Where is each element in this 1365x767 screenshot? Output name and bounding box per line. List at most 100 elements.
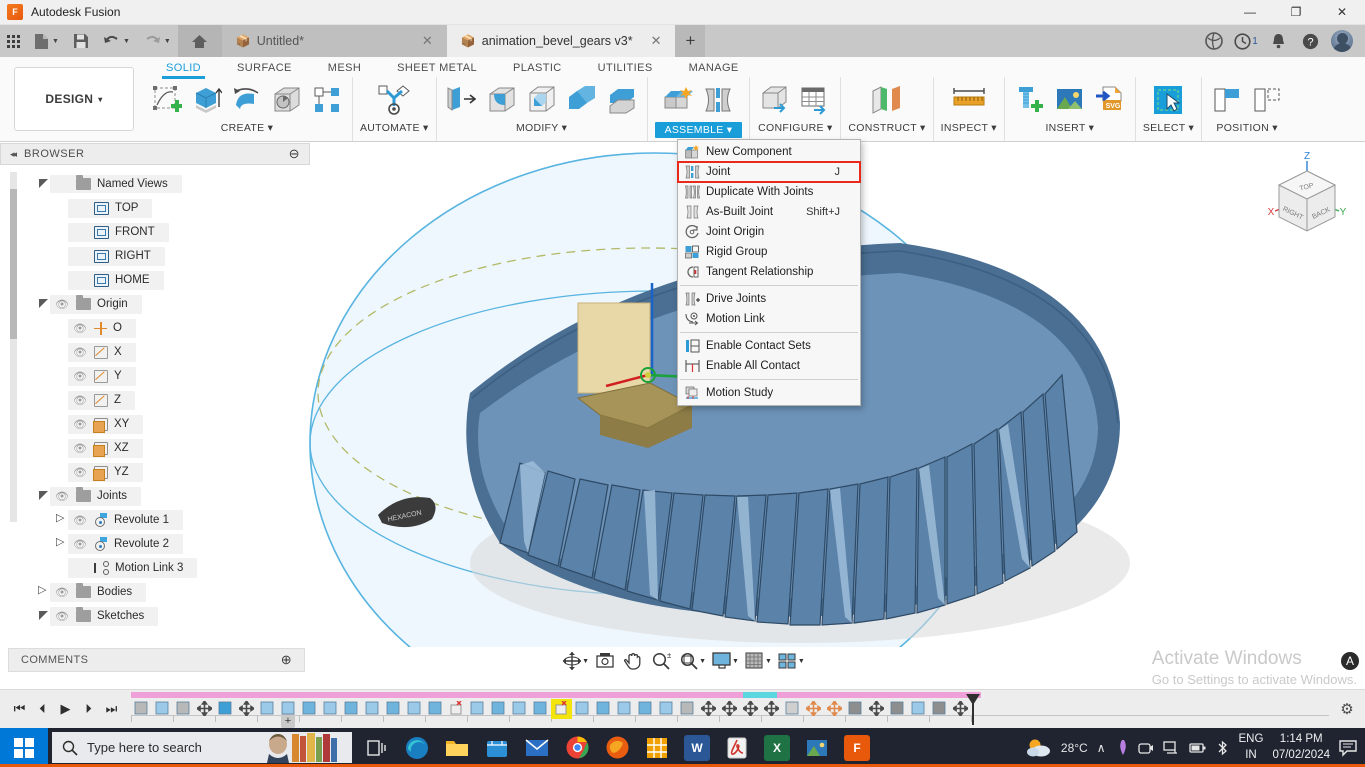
chevron-down-icon[interactable]: ▼ xyxy=(699,658,706,665)
configure-table-icon[interactable] xyxy=(797,80,833,120)
acrobat-icon[interactable] xyxy=(720,728,754,767)
tree-node-y[interactable]: 👁︎ Y xyxy=(0,364,310,388)
tree-node-top[interactable]: TOP xyxy=(0,196,310,220)
clock[interactable]: 1:14 PM 07/02/2024 xyxy=(1272,732,1330,763)
extrude-icon[interactable] xyxy=(189,80,225,120)
workspace-selector[interactable]: DESIGN ▾ xyxy=(14,67,134,131)
pan-icon[interactable] xyxy=(619,649,647,673)
visibility-toggle-icon[interactable]: 👁︎ xyxy=(72,442,88,455)
look-at-icon[interactable] xyxy=(591,649,619,673)
panel-label-automate[interactable]: AUTOMATE ▾ xyxy=(360,122,429,134)
panel-label-select[interactable]: SELECT ▾ xyxy=(1143,122,1194,134)
tree-node-motion-link-3[interactable]: Motion Link 3 xyxy=(0,556,310,580)
close-button[interactable]: ✕ xyxy=(1319,0,1365,24)
redo-button[interactable]: ▼ xyxy=(137,25,178,57)
visibility-toggle-icon[interactable]: 👁︎ xyxy=(72,466,88,479)
comments-panel[interactable]: COMMENTS ⊕ xyxy=(8,648,305,672)
tree-node-yz[interactable]: 👁︎ YZ xyxy=(0,460,310,484)
timeline-feature-move-icon[interactable] xyxy=(698,699,719,719)
new-file-button[interactable]: ▼ xyxy=(27,25,66,57)
tree-node-revolute-1[interactable]: 👁︎ Revolute 1 xyxy=(0,508,310,532)
tab-manage[interactable]: MANAGE xyxy=(671,62,757,77)
timeline-feature-sketch-icon[interactable] xyxy=(278,699,299,719)
menu-item-joint[interactable]: Joint J xyxy=(677,161,861,183)
timeline-feature-extrude-icon[interactable] xyxy=(425,699,446,719)
job-status-icon[interactable]: 1 xyxy=(1231,25,1261,57)
visibility-toggle-icon[interactable]: 👁︎ xyxy=(72,514,88,527)
weather-temp[interactable]: 28°C xyxy=(1061,741,1088,755)
tree-node-revolute-2[interactable]: 👁︎ Revolute 2 xyxy=(0,532,310,556)
position-copy-icon[interactable] xyxy=(1249,80,1285,120)
tree-node-home[interactable]: HOME xyxy=(0,268,310,292)
minimize-panel-icon[interactable]: ⊖ xyxy=(289,146,300,162)
action-center-icon[interactable] xyxy=(1339,739,1359,757)
insert-mcmaster-icon[interactable] xyxy=(1012,80,1048,120)
zoom-icon[interactable]: ± xyxy=(647,649,675,673)
show-hidden-icons-chevron[interactable]: ∧ xyxy=(1097,741,1106,755)
menu-item-motion-study[interactable]: Motion Study xyxy=(678,383,860,403)
store-icon[interactable] xyxy=(480,728,514,767)
menu-item-rigid-group[interactable]: Rigid Group xyxy=(678,242,860,262)
tree-node-bodies[interactable]: 👁︎ Bodies xyxy=(0,580,310,604)
timeline-feature-extrude-icon[interactable] xyxy=(488,699,509,719)
document-tab-animation-bevel-gears[interactable]: 📦 animation_bevel_gears v3* ✕ xyxy=(446,25,676,57)
create-sketch-icon[interactable] xyxy=(149,80,185,120)
fillet-icon[interactable] xyxy=(484,80,520,120)
close-tab-button[interactable]: ✕ xyxy=(639,33,662,49)
tab-surface[interactable]: SURFACE xyxy=(219,62,310,77)
pen-icon[interactable] xyxy=(1115,739,1129,757)
timeline-feature-sketch-icon[interactable] xyxy=(656,699,677,719)
excel-icon[interactable]: X xyxy=(760,728,794,767)
panel-label-assemble[interactable]: ASSEMBLE ▾ xyxy=(654,122,743,138)
configure-design-icon[interactable] xyxy=(757,80,793,120)
menu-item-drive-joints[interactable]: Drive Joints xyxy=(678,289,860,309)
tree-node-xz[interactable]: 👁︎ XZ xyxy=(0,436,310,460)
tree-node-right[interactable]: RIGHT xyxy=(0,244,310,268)
timeline-feature-move-icon[interactable] xyxy=(866,699,887,719)
combine-icon[interactable] xyxy=(564,80,600,120)
timeline-feature-motion-link-icon[interactable] xyxy=(929,699,950,719)
collapse-icon[interactable]: ◂◂ xyxy=(10,149,17,160)
notifications-bell-icon[interactable] xyxy=(1263,25,1293,57)
press-pull-icon[interactable] xyxy=(444,80,480,120)
mail-icon[interactable] xyxy=(520,728,554,767)
expand-toggle-icon[interactable] xyxy=(56,511,68,526)
visibility-toggle-icon[interactable]: 👁︎ xyxy=(54,298,70,311)
timeline-feature-delete-body-icon[interactable] xyxy=(551,698,572,719)
expand-toggle-icon[interactable] xyxy=(38,490,50,502)
firefox-icon[interactable] xyxy=(600,728,634,767)
snip-icon[interactable] xyxy=(640,728,674,767)
maximize-button[interactable]: ❐ xyxy=(1273,0,1319,24)
tree-node-origin[interactable]: 👁︎ Origin xyxy=(0,292,310,316)
language-indicator[interactable]: ENG IN xyxy=(1239,732,1264,763)
timeline-feature-joint-icon[interactable] xyxy=(887,699,908,719)
assemble-dropdown-menu[interactable]: New Component Joint J Duplicate With Joi… xyxy=(677,139,861,406)
timeline-feature-move-icon[interactable] xyxy=(740,699,761,719)
timeline-feature-sketch-icon[interactable] xyxy=(257,699,278,719)
visibility-toggle-icon[interactable]: 👁︎ xyxy=(72,394,88,407)
insert-svg-icon[interactable]: SVG xyxy=(1092,80,1128,120)
task-view-icon[interactable] xyxy=(360,728,394,767)
tab-utilities[interactable]: UTILITIES xyxy=(580,62,671,77)
position-move-icon[interactable] xyxy=(1209,80,1245,120)
timeline-feature-rectangle-icon[interactable] xyxy=(215,699,236,719)
new-component-icon[interactable] xyxy=(660,80,696,120)
timeline-feature-pin-icon[interactable] xyxy=(803,699,824,719)
app-grid-button[interactable] xyxy=(0,25,27,57)
step-back-button[interactable]: ⏴ xyxy=(35,701,50,717)
timeline-feature-revolve-icon[interactable] xyxy=(299,699,320,719)
panel-label-construct[interactable]: CONSTRUCT ▾ xyxy=(848,122,925,134)
timeline-feature-extrude-icon[interactable] xyxy=(383,699,404,719)
expand-toggle-icon[interactable] xyxy=(38,298,50,310)
visibility-toggle-icon[interactable]: 👁︎ xyxy=(54,586,70,599)
word-icon[interactable]: W xyxy=(680,728,714,767)
expand-toggle-icon[interactable] xyxy=(38,610,50,622)
menu-item-new-component[interactable]: New Component xyxy=(678,142,860,162)
edge-icon[interactable] xyxy=(400,728,434,767)
visibility-toggle-icon[interactable]: 👁︎ xyxy=(72,322,88,335)
tree-node-x[interactable]: 👁︎ X xyxy=(0,340,310,364)
save-button[interactable] xyxy=(66,25,96,57)
menu-item-duplicate-with-joints[interactable]: Duplicate With Joints xyxy=(678,182,860,202)
revolve-icon[interactable] xyxy=(229,80,265,120)
timeline-feature-sketch-icon[interactable] xyxy=(152,699,173,719)
